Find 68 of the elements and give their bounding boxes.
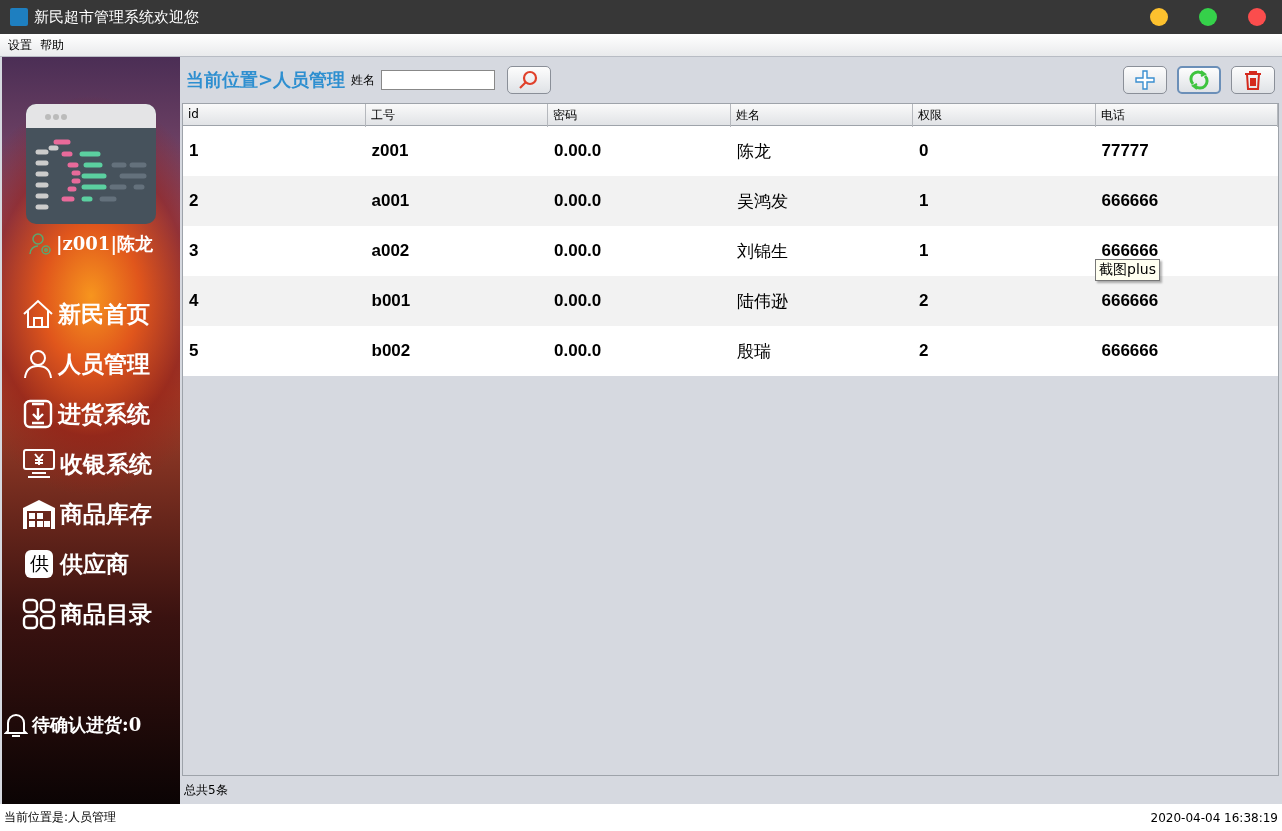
- table-cell: 刘锦生: [736, 239, 788, 263]
- menu-item[interactable]: 设置: [8, 36, 32, 54]
- table-cell: 0.00.0: [554, 341, 602, 361]
- minimize-button[interactable]: [1150, 8, 1168, 26]
- table-cell: b002: [371, 341, 411, 361]
- search-label: 姓名: [351, 71, 376, 89]
- status-datetime: 2020-04-04 16:38:19: [1150, 810, 1278, 825]
- refresh-button[interactable]: [1177, 66, 1221, 94]
- menu-item[interactable]: 帮助: [40, 36, 64, 54]
- add-button[interactable]: [1123, 66, 1167, 94]
- tooltip: 截图plus: [1095, 259, 1160, 281]
- table-cell: 2: [189, 191, 199, 211]
- table-cell: 4: [189, 291, 199, 311]
- person-icon: [22, 349, 54, 379]
- total-count-label: 总共5条: [183, 781, 229, 799]
- sidebar-item[interactable]: 人员管理: [22, 346, 152, 382]
- table-cell: 0.00.0: [554, 191, 602, 211]
- close-button[interactable]: [1248, 8, 1266, 26]
- table-cell: 1: [919, 191, 929, 211]
- delete-button[interactable]: [1231, 66, 1275, 94]
- table-cell: 666666: [1101, 291, 1159, 311]
- app-logo-icon: [10, 8, 28, 26]
- table-cell: a001: [371, 191, 410, 211]
- table-cell: 666666: [1101, 191, 1159, 211]
- sidebar-item[interactable]: 商品目录: [22, 596, 152, 632]
- table-cell: 1: [919, 241, 929, 261]
- house-icon: [22, 299, 54, 329]
- breadcrumb: 当前位置>人员管理: [186, 68, 346, 92]
- sidebar-item[interactable]: 收银系统: [22, 446, 152, 482]
- pending-purchase-label: 待确认进货:0: [32, 713, 142, 737]
- table-cell: 0.00.0: [554, 291, 602, 311]
- refresh-icon: [1189, 70, 1209, 90]
- table-cell: 0: [919, 141, 929, 161]
- warehouse-icon: [22, 498, 56, 530]
- bell-icon: [4, 712, 28, 738]
- table-cell: 2: [919, 291, 929, 311]
- user-settings-icon: [29, 232, 54, 256]
- trash-icon: [1243, 70, 1263, 90]
- plus-icon: [1135, 70, 1155, 90]
- table-cell: 陆伟逊: [736, 289, 788, 313]
- table-cell: 吴鸿发: [736, 189, 788, 213]
- grid-icon: [22, 598, 56, 630]
- table-cell: 2: [919, 341, 929, 361]
- table-cell: 0.00.0: [554, 141, 602, 161]
- monitor-yen-icon: [22, 448, 56, 480]
- sidebar-item[interactable]: 供 供应商: [22, 546, 152, 582]
- table-cell: 5: [189, 341, 199, 361]
- status-location: 当前位置是:人员管理: [4, 809, 117, 826]
- table-cell: 666666: [1101, 341, 1159, 361]
- maximize-button[interactable]: [1199, 8, 1217, 26]
- table-cell: 0.00.0: [554, 241, 602, 261]
- supplier-icon: 供: [25, 550, 53, 578]
- search-field[interactable]: [381, 70, 496, 90]
- table-cell: z001: [371, 141, 409, 161]
- download-box-icon: [22, 398, 54, 430]
- table-cell: 3: [189, 241, 199, 261]
- sidebar-item[interactable]: 商品库存: [22, 496, 152, 532]
- sidebar-item[interactable]: 进货系统: [22, 396, 152, 432]
- window-title: 新民超市管理系统欢迎您: [34, 7, 199, 27]
- table-cell: a002: [371, 241, 410, 261]
- search-button[interactable]: [507, 66, 552, 94]
- table-cell: 666666: [1101, 241, 1159, 261]
- current-user-label: |z001|陈龙: [56, 232, 153, 256]
- table-cell: 陈龙: [736, 139, 771, 163]
- table-cell: 殷瑞: [736, 339, 771, 363]
- table-cell: b001: [371, 291, 411, 311]
- table-cell: 1: [189, 141, 199, 161]
- table-cell: 77777: [1101, 141, 1149, 161]
